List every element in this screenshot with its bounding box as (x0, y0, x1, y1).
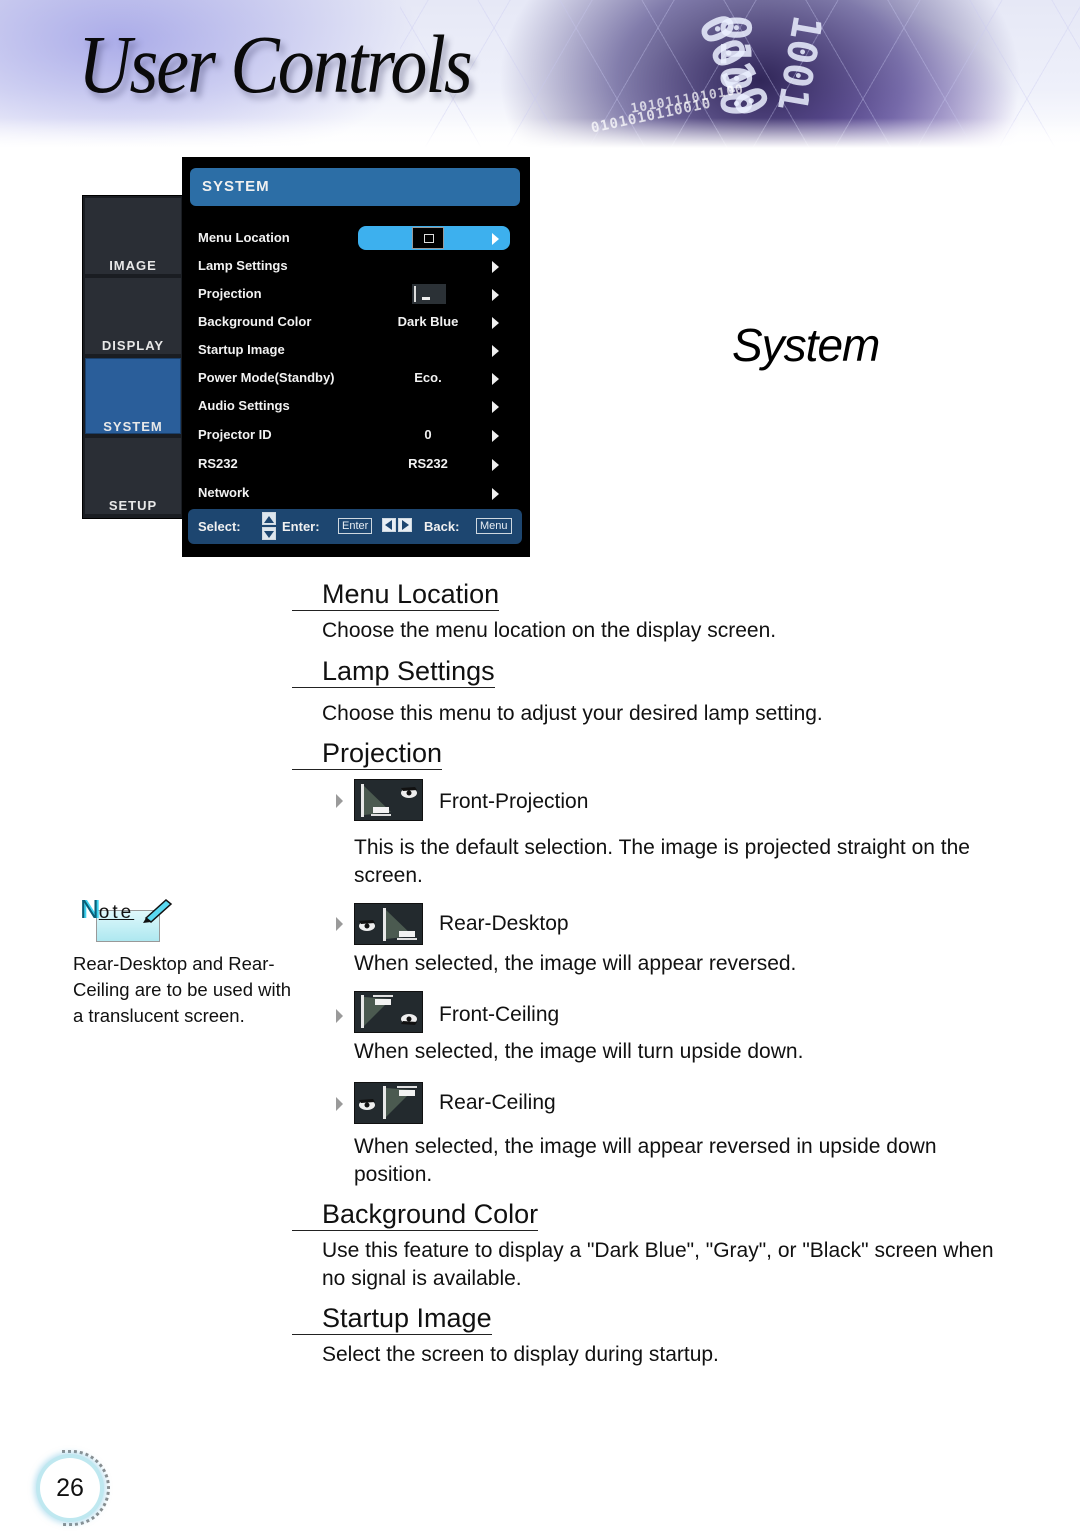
osd-item-label: Network (198, 485, 250, 500)
front-projection-icon (412, 284, 446, 304)
option-front-projection: Front-Projection (439, 790, 589, 813)
osd-footer-hint-bar: Select: Enter: Enter Back: Menu (188, 509, 522, 544)
osd-item-network[interactable]: Network (182, 481, 530, 507)
osd-item-label: Menu Location (198, 230, 290, 245)
front-ceiling-icon (354, 991, 423, 1033)
bullet-arrow-icon (336, 917, 343, 931)
osd-item-startup-image[interactable]: Startup Image (182, 338, 530, 364)
enter-key-icon: Enter (338, 518, 373, 534)
chevron-right-icon (492, 430, 499, 442)
bullet-arrow-icon (336, 1009, 343, 1023)
osd-item-value: 0 (424, 427, 432, 442)
osd-item-value: Eco. (414, 370, 442, 385)
desc-startup-image: Select the screen to display during star… (322, 1343, 719, 1366)
arrow-down-key-icon (262, 527, 276, 540)
option-front-ceiling: Front-Ceiling (439, 1003, 560, 1026)
chevron-right-icon (492, 488, 499, 500)
page-number: 26 (40, 1458, 100, 1518)
osd-item-label: Power Mode(Standby) (198, 370, 335, 385)
osd-menu-header: SYSTEM (190, 168, 520, 206)
note-heading-rest: ote (98, 902, 135, 923)
chevron-right-icon (492, 459, 499, 471)
bullet-arrow-icon (336, 1097, 343, 1111)
osd-item-label: Projection (198, 286, 262, 301)
chevron-right-icon (492, 289, 499, 301)
chevron-right-icon (492, 233, 499, 245)
sidebar-tab-system[interactable]: SYSTEM (85, 358, 181, 434)
chevron-right-icon (492, 373, 499, 385)
osd-item-projector-id[interactable]: Projector ID 0 (182, 423, 530, 449)
section-title: System (732, 319, 880, 371)
banner-fade (0, 118, 1080, 148)
pencil-icon (143, 899, 173, 923)
back-hint-label: Back: (424, 519, 460, 534)
note-heading-initial: N (80, 894, 99, 924)
osd-sidebar: IMAGE DISPLAY SYSTEM SETUP (82, 195, 184, 519)
desc-rear-desktop: When selected, the image will appear rev… (354, 952, 797, 975)
desc-background-color: Use this feature to display a "Dark Blue… (322, 1239, 994, 1290)
select-hint-label: Select: (198, 519, 241, 534)
option-rear-ceiling: Rear-Ceiling (439, 1091, 556, 1114)
arrow-left-key-icon (382, 518, 396, 532)
rear-ceiling-icon (354, 1082, 423, 1124)
osd-item-label: RS232 (198, 456, 238, 471)
chevron-right-icon (492, 261, 499, 273)
bullet-arrow-icon (336, 794, 343, 808)
rear-desktop-icon (354, 903, 423, 945)
heading-background-color: Background Color (292, 1198, 539, 1231)
sidebar-tab-display[interactable]: DISPLAY (85, 278, 181, 354)
desc-menu-location: Choose the menu location on the display … (322, 619, 777, 642)
arrow-right-key-icon (398, 518, 412, 532)
chevron-right-icon (492, 401, 499, 413)
osd-item-background-color[interactable]: Background Color Dark Blue (182, 310, 530, 336)
desc-front-ceiling: When selected, the image will turn upsid… (354, 1040, 804, 1063)
sidebar-tab-image[interactable]: IMAGE (85, 198, 181, 274)
osd-item-lamp-settings[interactable]: Lamp Settings (182, 254, 530, 280)
page-title: User Controls (78, 19, 473, 111)
heading-startup-image: Startup Image (292, 1302, 492, 1335)
osd-item-value: Dark Blue (397, 314, 459, 329)
front-projection-icon (354, 779, 423, 821)
chevron-right-icon (492, 317, 499, 329)
menu-location-center-icon (412, 227, 444, 249)
desc-front-projection: This is the default selection. The image… (354, 836, 970, 887)
osd-item-value: RS232 (408, 456, 448, 471)
osd-item-rs232[interactable]: RS232 RS232 (182, 452, 530, 478)
desc-lamp-settings: Choose this menu to adjust your desired … (322, 702, 823, 725)
enter-hint-label: Enter: (282, 519, 320, 534)
heading-projection: Projection (292, 737, 443, 770)
osd-item-projection[interactable]: Projection (182, 282, 530, 308)
heading-lamp-settings: Lamp Settings (292, 655, 495, 688)
desc-rear-ceiling: When selected, the image will appear rev… (354, 1135, 937, 1186)
osd-item-power-mode[interactable]: Power Mode(Standby) Eco. (182, 366, 530, 392)
osd-item-menu-location[interactable]: Menu Location (182, 226, 530, 252)
arrow-up-key-icon (262, 512, 276, 525)
osd-item-label: Lamp Settings (198, 258, 288, 273)
osd-item-label: Projector ID (198, 427, 272, 442)
heading-menu-location: Menu Location (292, 578, 500, 611)
osd-item-label: Audio Settings (198, 398, 290, 413)
osd-item-label: Startup Image (198, 342, 285, 357)
sidebar-tab-setup[interactable]: SETUP (85, 438, 181, 514)
note-heading: Note (80, 894, 134, 925)
menu-key-icon: Menu (476, 518, 512, 534)
osd-item-label: Background Color (198, 314, 312, 329)
osd-menu-panel: SYSTEM Menu Location Lamp Settings Proje… (182, 157, 530, 557)
chevron-right-icon (492, 345, 499, 357)
note-text: Rear-Desktop and Rear-Ceiling are to be … (73, 953, 292, 1026)
osd-item-audio-settings[interactable]: Audio Settings (182, 394, 530, 420)
option-rear-desktop: Rear-Desktop (439, 912, 569, 935)
